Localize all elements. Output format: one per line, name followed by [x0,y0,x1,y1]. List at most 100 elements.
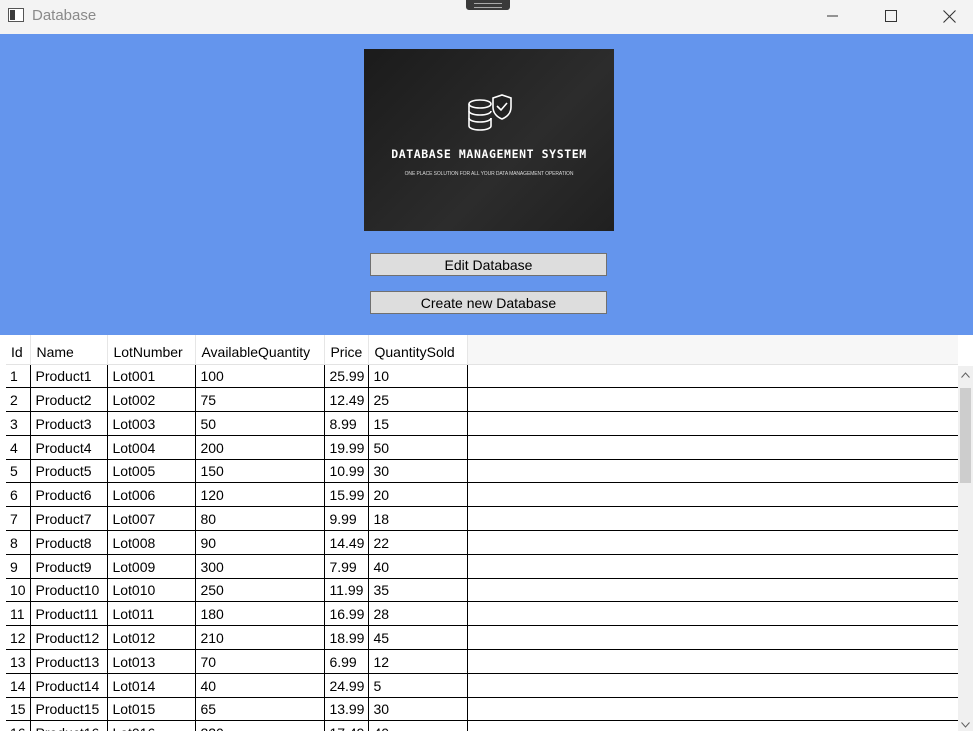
cell-price[interactable]: 7.99 [324,554,370,579]
table-row[interactable]: 3 Product3 Lot003 50 8.99 15 [6,411,958,436]
table-row[interactable]: 1 Product1 Lot001 100 25.99 10 [6,363,958,389]
cell-price[interactable]: 12.49 [324,387,370,413]
cell-availablequantity[interactable]: 90 [195,530,326,555]
column-header-price[interactable]: Price [324,335,370,365]
cell-lotnumber[interactable]: Lot016 [107,720,197,731]
create-database-button[interactable]: Create new Database [370,291,607,314]
cell-availablequantity[interactable]: 150 [195,459,326,484]
cell-price[interactable]: 16.99 [324,601,370,627]
cell-id[interactable]: 9 [6,554,32,579]
cell-quantitysold[interactable]: 30 [368,459,469,484]
cell-lotnumber[interactable]: Lot008 [107,530,197,555]
column-header-id[interactable]: Id [6,335,32,365]
cell-lotnumber[interactable]: Lot001 [107,363,197,389]
cell-availablequantity[interactable]: 200 [195,435,326,460]
cell-quantitysold[interactable]: 40 [368,554,469,579]
cell-id[interactable]: 11 [6,601,32,627]
cell-lotnumber[interactable]: Lot009 [107,554,197,579]
cell-quantitysold[interactable]: 35 [368,578,469,603]
cell-lotnumber[interactable]: Lot015 [107,697,197,722]
cell-price[interactable]: 6.99 [324,649,370,674]
cell-price[interactable]: 13.99 [324,697,370,722]
table-row[interactable]: 10 Product10 Lot010 250 11.99 35 [6,578,958,603]
table-row[interactable]: 6 Product6 Lot006 120 15.99 20 [6,482,958,508]
cell-quantitysold[interactable]: 22 [368,530,469,555]
cell-price[interactable]: 10.99 [324,459,370,484]
cell-name[interactable]: Product12 [30,625,109,651]
cell-name[interactable]: Product8 [30,530,109,555]
close-button[interactable] [920,0,973,32]
maximize-button[interactable] [862,0,920,32]
cell-price[interactable]: 19.99 [324,435,370,460]
cell-quantitysold[interactable]: 30 [368,697,469,722]
cell-name[interactable]: Product16 [30,720,109,731]
table-row[interactable]: 16Product16Lot01622017.4940 [6,720,958,731]
cell-lotnumber[interactable]: Lot012 [107,625,197,651]
cell-quantitysold[interactable]: 10 [368,363,469,389]
products-data-grid[interactable]: Id Name LotNumber AvailableQuantity Pric… [6,335,958,731]
cell-lotnumber[interactable]: Lot004 [107,435,197,460]
cell-id[interactable]: 10 [6,578,32,603]
cell-availablequantity[interactable]: 120 [195,482,326,508]
cell-quantitysold[interactable]: 20 [368,482,469,508]
cell-availablequantity[interactable]: 210 [195,625,326,651]
column-header-availablequantity[interactable]: AvailableQuantity [195,335,326,365]
table-row[interactable]: 15 Product15 Lot015 65 13.99 30 [6,697,958,722]
cell-price[interactable]: 18.99 [324,625,370,651]
cell-quantitysold[interactable]: 25 [368,387,469,413]
scroll-up-arrow-icon[interactable] [958,368,973,382]
table-row[interactable]: 8 Product8 Lot008 90 14.49 22 [6,530,958,555]
cell-availablequantity[interactable]: 220 [195,720,326,731]
cell-price[interactable]: 8.99 [324,411,370,436]
minimize-button[interactable] [804,0,862,32]
cell-price[interactable]: 11.99 [324,578,370,603]
cell-id[interactable]: 8 [6,530,32,555]
cell-price[interactable]: 24.99 [324,673,370,698]
cell-availablequantity[interactable]: 40 [195,673,326,698]
scrollbar-thumb[interactable] [960,388,971,483]
cell-price[interactable]: 25.99 [324,363,370,389]
top-grip-handle[interactable] [466,0,510,10]
cell-id[interactable]: 5 [6,459,32,484]
cell-quantitysold[interactable]: 28 [368,601,469,627]
table-row[interactable]: 11 Product11 Lot011 180 16.99 28 [6,601,958,627]
table-row[interactable]: 13 Product13 Lot013 70 6.99 12 [6,649,958,674]
cell-lotnumber[interactable]: Lot006 [107,482,197,508]
cell-name[interactable]: Product14 [30,673,109,698]
cell-quantitysold[interactable]: 18 [368,506,469,532]
cell-name[interactable]: Product1 [30,363,109,389]
cell-lotnumber[interactable]: Lot011 [107,601,197,627]
cell-availablequantity[interactable]: 50 [195,411,326,436]
cell-price[interactable]: 15.99 [324,482,370,508]
table-row[interactable]: 9 Product9 Lot009 300 7.99 40 [6,554,958,579]
cell-price[interactable]: 9.99 [324,506,370,532]
cell-id[interactable]: 1 [6,363,32,389]
cell-quantitysold[interactable]: 5 [368,673,469,698]
cell-lotnumber[interactable]: Lot010 [107,578,197,603]
cell-id[interactable]: 7 [6,506,32,532]
column-header-quantitysold[interactable]: QuantitySold [368,335,469,365]
cell-name[interactable]: Product5 [30,459,109,484]
cell-id[interactable]: 15 [6,697,32,722]
cell-name[interactable]: Product13 [30,649,109,674]
cell-name[interactable]: Product4 [30,435,109,460]
cell-id[interactable]: 6 [6,482,32,508]
cell-availablequantity[interactable]: 250 [195,578,326,603]
cell-name[interactable]: Product6 [30,482,109,508]
column-header-lotnumber[interactable]: LotNumber [107,335,197,365]
cell-availablequantity[interactable]: 100 [195,363,326,389]
cell-availablequantity[interactable]: 300 [195,554,326,579]
scroll-down-arrow-icon[interactable] [958,719,973,731]
cell-name[interactable]: Product3 [30,411,109,436]
cell-id[interactable]: 13 [6,649,32,674]
table-row[interactable]: 4 Product4 Lot004 200 19.99 50 [6,435,958,460]
cell-id[interactable]: 4 [6,435,32,460]
cell-name[interactable]: Product15 [30,697,109,722]
cell-lotnumber[interactable]: Lot003 [107,411,197,436]
cell-quantitysold[interactable]: 12 [368,649,469,674]
cell-availablequantity[interactable]: 180 [195,601,326,627]
cell-name[interactable]: Product11 [30,601,109,627]
cell-id[interactable]: 12 [6,625,32,651]
table-row[interactable]: 5 Product5 Lot005 150 10.99 30 [6,459,958,484]
cell-id[interactable]: 14 [6,673,32,698]
